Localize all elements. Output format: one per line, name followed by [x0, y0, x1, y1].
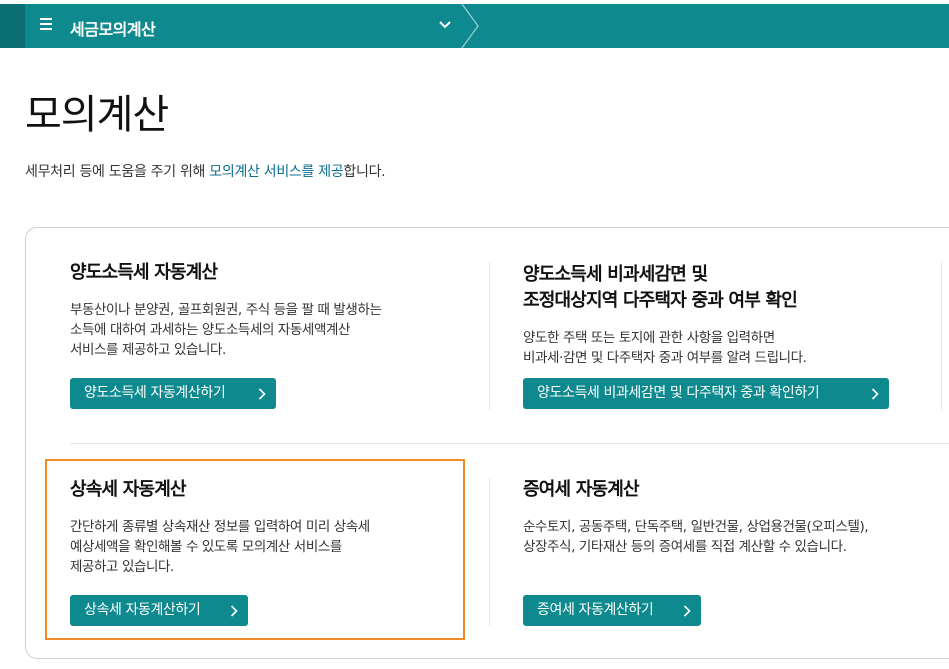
- chevron-right-icon: [258, 388, 266, 400]
- card-description-line: 부동산이나 분양권, 골프회원권, 주식 등을 팔 때 발생하는: [70, 302, 382, 318]
- breadcrumb-separator-icon: [461, 4, 479, 48]
- card-title-line: 양도소득세 비과세감면 및: [523, 264, 708, 285]
- button-label: 증여세 자동계산하기: [537, 602, 654, 618]
- card-description-line: 양도한 주택 또는 토지에 관한 사항을 입력하면: [523, 330, 775, 346]
- divider: [941, 262, 942, 410]
- chevron-right-icon: [683, 605, 691, 617]
- card-title-capital-gains-tax: 양도소득세 자동계산: [70, 260, 218, 286]
- card-title-line: 양도소득세 자동계산: [70, 262, 218, 283]
- card-description-line: 예상세액을 확인해볼 수 있도록 모의계산 서비스를: [70, 539, 342, 555]
- button-label: 양도소득세 자동계산하기: [84, 385, 226, 401]
- divider: [489, 262, 490, 410]
- divider: [489, 478, 490, 626]
- card-description-line: 순수토지, 공동주택, 단독주택, 일반건물, 상업용건물(오피스텔),: [523, 519, 869, 535]
- card-description-inheritance-tax: 간단하게 종류별 상속재산 정보를 입력하여 미리 상속세 예상세액을 확인해볼…: [70, 517, 370, 577]
- chevron-right-icon: [230, 605, 238, 617]
- card-description-gift-tax: 순수토지, 공동주택, 단독주택, 일반건물, 상업용건물(오피스텔), 상장주…: [523, 517, 869, 557]
- exemption-check-button[interactable]: 양도소득세 비과세감면 및 다주택자 중과 확인하기: [523, 378, 889, 409]
- page-description-text-end: 합니다.: [343, 164, 386, 180]
- header-edge: [0, 4, 25, 48]
- capital-gains-tax-calculate-button[interactable]: 양도소득세 자동계산하기: [70, 378, 276, 409]
- page-title: 모의계산: [25, 92, 169, 138]
- chevron-right-icon: [871, 388, 879, 400]
- card-title-line: 조정대상지역 다주택자 중과 여부 확인: [523, 290, 798, 311]
- divider: [70, 443, 949, 444]
- page-description-text: 세무처리 등에 도움을 주기 위해: [25, 164, 210, 180]
- card-title-gift-tax: 증여세 자동계산: [523, 477, 640, 503]
- card-description-line: 간단하게 종류별 상속재산 정보를 입력하여 미리 상속세: [70, 519, 370, 535]
- card-description-capital-gains-tax: 부동산이나 분양권, 골프회원권, 주식 등을 팔 때 발생하는 소득에 대하여…: [70, 300, 382, 360]
- card-description-line: 소득에 대하여 과세하는 양도소득세의 자동세액계산: [70, 322, 351, 338]
- button-label: 양도소득세 비과세감면 및 다주택자 중과 확인하기: [537, 385, 820, 401]
- header-title: 세금모의계산: [70, 20, 156, 39]
- card-description-line: 비과세·감면 및 다주택자 중과 여부를 알려 드립니다.: [523, 350, 807, 366]
- card-title-exemption-check: 양도소득세 비과세감면 및 조정대상지역 다주택자 중과 여부 확인: [523, 262, 798, 314]
- card-description-line: 상장주식, 기타재산 등의 증여세를 직접 계산할 수 있습니다.: [523, 539, 847, 555]
- top-navigation-bar: 세금모의계산: [0, 4, 949, 48]
- page-description-highlight: 모의계산 서비스를 제공: [209, 164, 344, 180]
- card-title-inheritance-tax: 상속세 자동계산: [70, 477, 187, 503]
- card-description-line: 제공하고 있습니다.: [70, 559, 174, 575]
- card-description-line: 서비스를 제공하고 있습니다.: [70, 342, 226, 358]
- button-label: 상속세 자동계산하기: [84, 602, 201, 618]
- gift-tax-calculate-button[interactable]: 증여세 자동계산하기: [523, 595, 701, 626]
- hamburger-menu-icon[interactable]: [40, 18, 52, 32]
- page-description: 세무처리 등에 도움을 주기 위해 모의계산 서비스를 제공합니다.: [25, 161, 386, 181]
- chevron-down-icon[interactable]: [438, 18, 452, 32]
- inheritance-tax-calculate-button[interactable]: 상속세 자동계산하기: [70, 595, 248, 626]
- card-description-exemption-check: 양도한 주택 또는 토지에 관한 사항을 입력하면 비과세·감면 및 다주택자 …: [523, 328, 807, 368]
- card-title-line: 상속세 자동계산: [70, 479, 187, 500]
- card-title-line: 증여세 자동계산: [523, 479, 640, 500]
